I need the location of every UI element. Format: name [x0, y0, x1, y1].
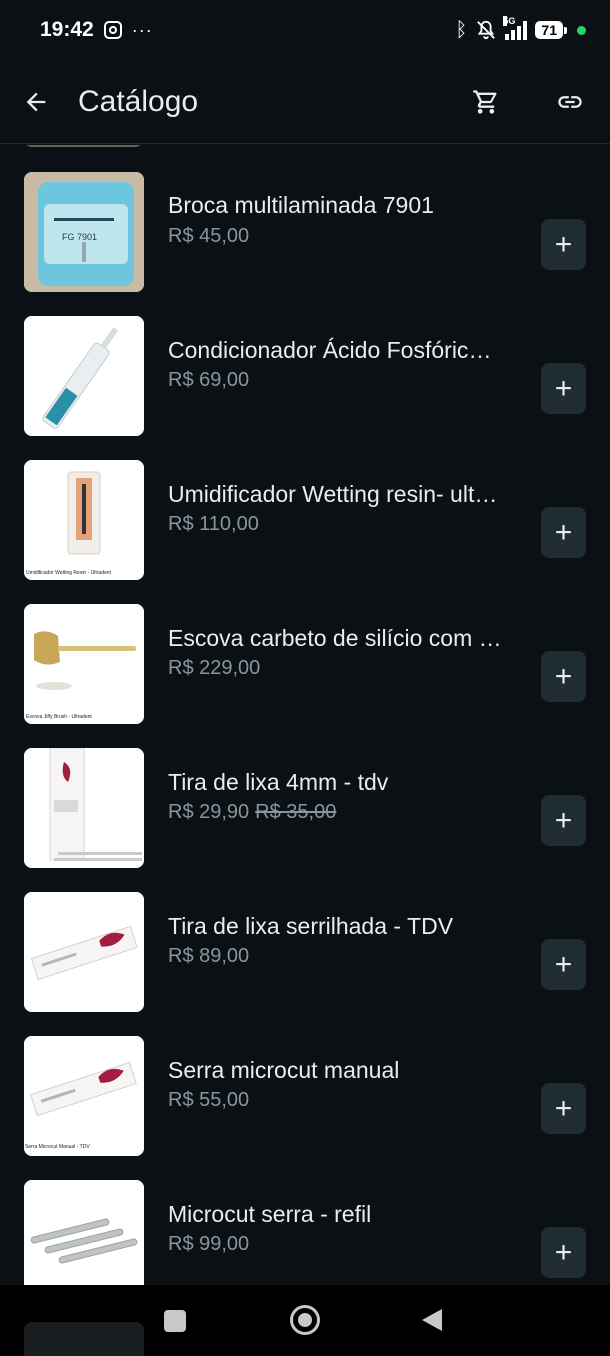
product-name: Serra microcut manual	[168, 1057, 400, 1083]
thumb-caption: Escova Jiffy Brush - Ultradent	[26, 714, 92, 720]
price: R$ 99,00	[168, 1233, 250, 1255]
list-item[interactable]: Escova Jiffy Brush - Ultradent Escova ca…	[0, 591, 610, 735]
product-thumbnail	[24, 1180, 144, 1285]
network-label: 5G	[503, 16, 516, 26]
link-button[interactable]	[550, 82, 590, 122]
product-thumbnail: Umidificador Wetting Resin - Ultradent	[24, 460, 144, 580]
product-thumbnail	[24, 892, 144, 1012]
product-name: Umidificador Wetting resin- ultradent	[168, 481, 503, 507]
status-time: 19:42	[40, 18, 94, 41]
price: R$ 229,00	[168, 657, 261, 679]
product-name: Condicionador Ácido Fosfórico 37% - Ultr…	[168, 337, 503, 363]
product-price: R$ 29,90 R$ 35,00	[168, 801, 336, 824]
product-price: R$ 45,00	[168, 225, 249, 248]
product-thumbnail	[24, 748, 144, 868]
instagram-icon	[103, 21, 122, 39]
add-to-cart-button[interactable]: +	[541, 507, 586, 558]
list-item[interactable]: Umidificador Wetting Resin - Ultradent U…	[0, 447, 610, 591]
product-name: Tira de lixa serrilhada - TDV	[168, 913, 454, 939]
list-item[interactable]: Tira de lixa 4mm - tdv R$ 29,90 R$ 35,00 …	[0, 735, 610, 879]
add-to-cart-button[interactable]: +	[541, 1083, 586, 1134]
link-icon	[558, 96, 582, 108]
product-thumbnail: Serra Microcut Manual - TDV	[24, 1036, 144, 1156]
price: R$ 89,00	[168, 945, 250, 967]
back-nav-icon[interactable]	[422, 1309, 442, 1331]
product-price: R$ 55,00	[168, 1089, 249, 1112]
product-price: R$ 229,00	[168, 657, 260, 680]
product-name: Microcut serra - refil	[168, 1201, 372, 1227]
product-thumbnail	[24, 1322, 144, 1356]
product-list[interactable]: FG 7901 Broca multilaminada 7901 R$ 45,0…	[0, 145, 610, 1285]
home-icon[interactable]	[290, 1305, 320, 1335]
product-name: Broca multilaminada 7901	[168, 192, 434, 218]
list-item[interactable]: FG 7901 Broca multilaminada 7901 R$ 45,0…	[0, 159, 610, 303]
list-item[interactable]: Microcut serra - refil R$ 99,00 +	[0, 1167, 610, 1285]
back-button[interactable]	[0, 60, 70, 144]
price: R$ 45,00	[168, 225, 250, 247]
add-to-cart-button[interactable]: +	[541, 939, 586, 990]
price: R$ 110,00	[168, 513, 259, 535]
product-thumbnail: FG 7901	[24, 172, 144, 292]
status-icons: ᛒ 5G 71	[455, 16, 586, 42]
price: R$ 29,90	[168, 801, 250, 823]
signal-icon: 5G	[503, 16, 528, 40]
product-thumbnail: Escova Jiffy Brush - Ultradent	[24, 604, 144, 724]
thumb-caption: Serra Microcut Manual - TDV	[25, 1144, 90, 1150]
old-price: R$ 35,00	[255, 801, 337, 823]
product-name: Escova carbeto de silício com haste	[168, 625, 503, 651]
product-name: Tira de lixa 4mm - tdv	[168, 769, 389, 795]
active-dot	[577, 25, 586, 35]
more-dots-icon: ···	[131, 19, 153, 40]
price: R$ 55,00	[168, 1089, 250, 1111]
back-arrow-icon	[26, 92, 46, 111]
mute-icon	[477, 20, 496, 40]
product-price: R$ 110,00	[168, 513, 259, 536]
add-to-cart-button[interactable]: +	[541, 651, 586, 702]
list-item[interactable]: Condicionador Ácido Fosfórico 37% - Ultr…	[0, 303, 610, 447]
status-bar: 19:42 ··· ᛒ 5G 71	[0, 0, 610, 60]
price: R$ 69,00	[168, 369, 250, 391]
add-to-cart-button[interactable]: +	[541, 219, 586, 270]
add-to-cart-button[interactable]: +	[541, 1227, 586, 1278]
battery-icon: 71	[535, 21, 567, 39]
page-title: Catálogo	[78, 84, 199, 118]
app-bar: Catálogo	[0, 60, 610, 144]
thumb-caption: Umidificador Wetting Resin - Ultradent	[26, 570, 112, 576]
add-to-cart-button[interactable]: +	[541, 363, 586, 414]
product-thumbnail	[24, 316, 144, 436]
cart-button[interactable]	[466, 82, 506, 122]
bluetooth-icon: ᛒ	[455, 18, 468, 41]
thumb-caption: FG 7901	[62, 232, 97, 242]
list-item[interactable]: Tira de lixa serrilhada - TDV R$ 89,00 +	[0, 879, 610, 1023]
product-price: R$ 99,00	[168, 1233, 249, 1256]
list-item[interactable]: Serra Microcut Manual - TDV Serra microc…	[0, 1023, 610, 1167]
product-price: R$ 89,00	[168, 945, 249, 968]
add-to-cart-button[interactable]: +	[541, 795, 586, 846]
product-price: R$ 69,00	[168, 369, 249, 392]
cart-icon	[473, 90, 497, 114]
product-thumbnail	[24, 145, 143, 147]
recents-icon[interactable]	[164, 1310, 186, 1332]
